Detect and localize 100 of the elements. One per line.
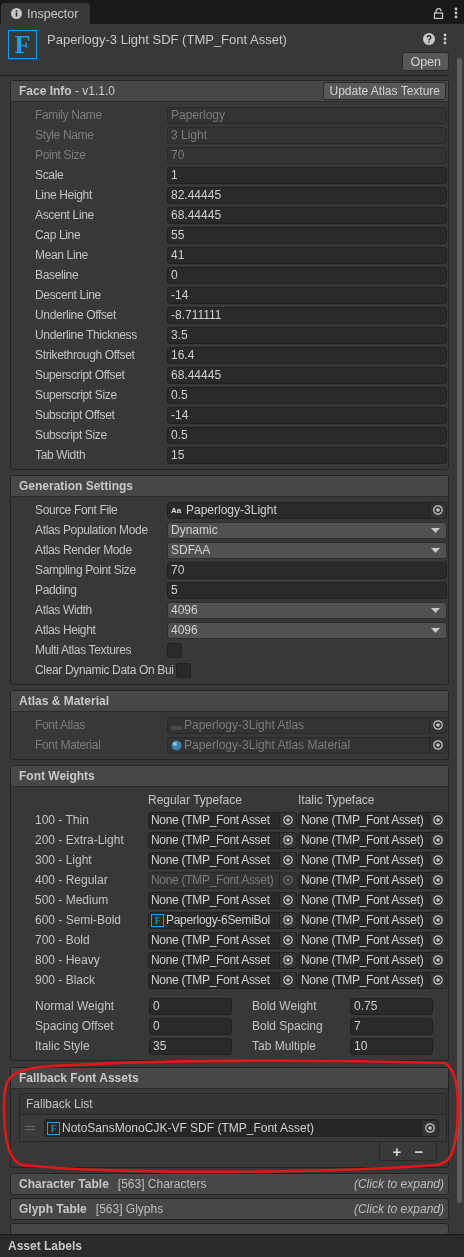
object-picker-icon[interactable]	[279, 932, 296, 948]
object-field[interactable]: F Paperlogy-6SemiBol	[148, 911, 297, 929]
object-picker-icon[interactable]	[429, 717, 446, 733]
input-field[interactable]: 82.44445	[167, 186, 447, 204]
field-label: Subscript Offset	[34, 408, 116, 422]
dropdown[interactable]: SDFAA	[167, 541, 447, 559]
lock-icon[interactable]	[433, 7, 444, 19]
more-options-icon[interactable]	[443, 33, 447, 45]
field-label: Cap Line	[34, 228, 82, 242]
input-field[interactable]: 0	[149, 997, 232, 1015]
input-field[interactable]: 70	[167, 561, 447, 579]
input-field[interactable]: 35	[149, 1037, 232, 1055]
object-picker-icon[interactable]	[279, 972, 296, 988]
object-field[interactable]: None (TMP_Font Asset)	[298, 851, 447, 869]
object-field[interactable]: F NotoSansMonoCJK-VF SDF (TMP_Font Asset)	[44, 1119, 439, 1137]
input-field[interactable]: 5	[167, 581, 447, 599]
section-header[interactable]: Face Info - v1.1.0 Update Atlas Texture	[11, 81, 448, 102]
section-header[interactable]: Character Table [563] Characters (Click to expand)	[10, 1173, 449, 1195]
object-picker-icon[interactable]	[429, 972, 446, 988]
object-picker-icon[interactable]	[421, 1120, 438, 1136]
sphere-icon	[171, 739, 182, 751]
field-label: Font Material	[34, 738, 102, 752]
add-button[interactable]: +	[386, 1142, 408, 1160]
caret-icon	[431, 547, 440, 553]
input-field[interactable]: 68.44445	[167, 366, 447, 384]
object-field[interactable]: None (TMP_Font Asset	[148, 811, 297, 829]
object-field[interactable]: None (TMP_Font Asset	[148, 931, 297, 949]
field-label: Atlas Population Mode	[34, 523, 149, 537]
section-header[interactable]: Atlas & Material	[11, 691, 448, 712]
object-picker-icon[interactable]	[279, 852, 296, 868]
dropdown[interactable]: Dynamic	[167, 521, 447, 539]
object-field[interactable]: None (TMP_Font Asset	[148, 971, 297, 989]
object-field[interactable]: None (TMP_Font Asset)	[298, 811, 447, 829]
object-picker-icon[interactable]	[429, 932, 446, 948]
input-field[interactable]: -14	[167, 286, 447, 304]
object-field[interactable]: None (TMP_Font Asset)	[298, 971, 447, 989]
help-icon[interactable]	[423, 33, 435, 45]
open-button[interactable]: Open	[402, 52, 449, 71]
input-field[interactable]: 0.75	[350, 997, 433, 1015]
input-field[interactable]: 68.44445	[167, 206, 447, 224]
field-label: Font Atlas	[34, 718, 86, 732]
object-picker-icon[interactable]	[279, 832, 296, 848]
drag-handle-icon[interactable]	[25, 1125, 35, 1131]
object-picker-icon[interactable]	[429, 912, 446, 928]
object-picker-icon[interactable]	[429, 812, 446, 828]
input-field[interactable]: -8.711111	[167, 306, 447, 324]
dropdown[interactable]: 4096	[167, 601, 447, 619]
remove-button[interactable]: −	[408, 1142, 430, 1160]
object-field[interactable]: Aa Paperlogy-3Light	[167, 501, 447, 519]
update-atlas-button[interactable]: Update Atlas Texture	[323, 82, 446, 100]
section-header[interactable]: Glyph Table [563] Glyphs (Click to expand)	[10, 1198, 449, 1220]
object-picker-icon[interactable]	[429, 737, 446, 753]
section-header[interactable]: Fallback Font Assets	[11, 1068, 448, 1089]
input-field[interactable]: 16.4	[167, 346, 447, 364]
input-field[interactable]: 0	[167, 266, 447, 284]
object-picker-icon[interactable]	[429, 502, 446, 518]
input-field[interactable]: -14	[167, 406, 447, 424]
input-field[interactable]: 41	[167, 246, 447, 264]
object-picker-icon[interactable]	[279, 912, 296, 928]
object-field[interactable]: None (TMP_Font Asset)	[298, 931, 447, 949]
asset-labels-bar[interactable]: Asset Labels	[0, 1234, 464, 1257]
input-field[interactable]: 0.5	[167, 386, 447, 404]
input-field[interactable]: 1	[167, 166, 447, 184]
section-header[interactable]: Generation Settings	[11, 476, 448, 497]
object-picker-icon[interactable]	[429, 892, 446, 908]
field-label: Source Font File	[34, 503, 119, 517]
field-label: Underline Offset	[34, 308, 118, 322]
scrollbar[interactable]	[457, 58, 462, 1203]
input-field[interactable]: 10	[350, 1037, 433, 1055]
object-picker-icon[interactable]	[429, 952, 446, 968]
object-field[interactable]: None (TMP_Font Asset)	[298, 831, 447, 849]
object-picker-icon[interactable]	[429, 852, 446, 868]
object-field[interactable]: None (TMP_Font Asset	[148, 851, 297, 869]
section-title: Glyph Table	[19, 1202, 87, 1216]
object-field[interactable]: None (TMP_Font Asset	[148, 891, 297, 909]
object-field[interactable]: None (TMP_Font Asset)	[298, 871, 447, 889]
object-field[interactable]: None (TMP_Font Asset	[148, 951, 297, 969]
input-field[interactable]: 0	[149, 1017, 232, 1035]
more-options-icon[interactable]	[454, 7, 458, 19]
object-picker-icon[interactable]	[279, 952, 296, 968]
object-field[interactable]: None (TMP_Font Asset)	[298, 951, 447, 969]
object-picker-icon[interactable]	[279, 892, 296, 908]
object-picker-icon[interactable]	[429, 872, 446, 888]
object-field[interactable]: None (TMP_Font Asset)	[298, 911, 447, 929]
input-field[interactable]: 55	[167, 226, 447, 244]
object-picker-icon[interactable]	[279, 812, 296, 828]
input-field[interactable]: 15	[167, 446, 447, 464]
input-field[interactable]: 7	[350, 1017, 433, 1035]
section-header[interactable]: Font Weights	[11, 766, 448, 787]
object-field[interactable]: None (TMP_Font Asset	[148, 831, 297, 849]
input-field[interactable]: 0.5	[167, 426, 447, 444]
dropdown[interactable]: 4096	[167, 621, 447, 639]
list-header: Fallback List	[19, 1093, 447, 1115]
input-field[interactable]: 3.5	[167, 326, 447, 344]
section-count: [563] Glyphs	[95, 1202, 165, 1216]
inspector-tab[interactable]: Inspector	[1, 3, 91, 24]
object-picker-icon[interactable]	[429, 832, 446, 848]
asset-title: Paperlogy-3 Light SDF (TMP_Font Asset)	[47, 32, 288, 49]
object-field[interactable]: None (TMP_Font Asset)	[298, 891, 447, 909]
field-label: Multi Atlas Textures	[34, 643, 133, 657]
